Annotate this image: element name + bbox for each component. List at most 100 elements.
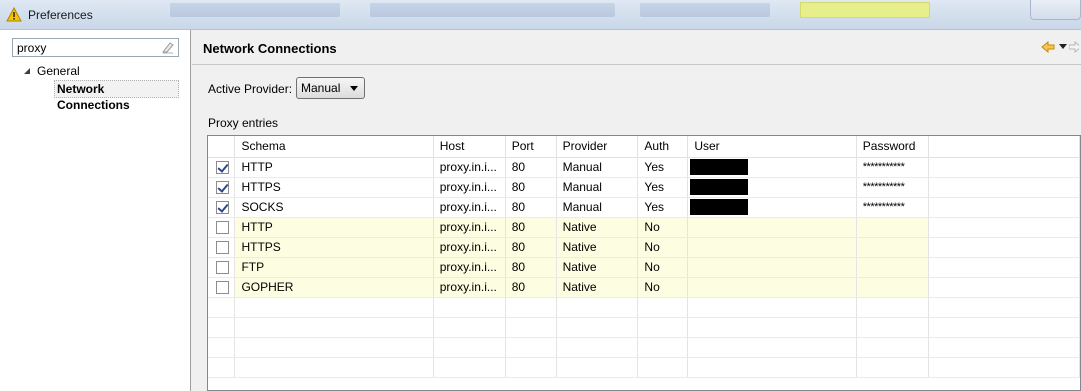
clear-filter-icon[interactable]	[161, 41, 175, 54]
enable-checkbox[interactable]	[216, 160, 229, 174]
row-checkbox-cell	[208, 217, 236, 238]
schema-cell: SOCKS	[234, 197, 434, 218]
filter-input[interactable]	[13, 39, 153, 56]
tree-item-network-connections[interactable]: Network Connections	[54, 80, 179, 112]
filler-cell	[928, 277, 1080, 298]
empty-cell	[208, 337, 236, 358]
port-cell: 80	[505, 277, 557, 298]
empty-cell	[433, 317, 506, 338]
host-cell: proxy.in.i...	[433, 277, 506, 298]
warning-triangle-icon	[6, 7, 22, 22]
empty-cell	[505, 297, 557, 318]
proxy-entries-label: Proxy entries	[208, 116, 279, 130]
table-row[interactable]: FTP proxy.in.i... 80 Native No	[208, 257, 1080, 278]
table-row[interactable]: HTTPS proxy.in.i... 80 Native No	[208, 237, 1080, 258]
expanded-twisty-icon[interactable]	[22, 66, 32, 76]
table-row[interactable]: HTTP proxy.in.i... 80 Native No	[208, 217, 1080, 238]
column-header-host[interactable]: Host	[433, 136, 506, 158]
port-cell: 80	[505, 237, 557, 258]
page-navigation	[1039, 39, 1081, 55]
provider-cell: Native	[556, 277, 639, 298]
table-row[interactable]: SOCKS proxy.in.i... 80 Manual Yes ***********	[208, 197, 1080, 218]
background-window-tab	[800, 2, 930, 18]
column-header-user[interactable]: User	[687, 136, 857, 158]
empty-cell	[208, 297, 236, 318]
filler-cell	[928, 257, 1080, 278]
host-cell: proxy.in.i...	[433, 257, 506, 278]
empty-cell	[637, 317, 689, 338]
empty-cell	[856, 337, 929, 358]
table-row[interactable]: GOPHER proxy.in.i... 80 Native No	[208, 277, 1080, 298]
table-header-row: Schema Host Port Provider Auth User Pass…	[208, 136, 1080, 158]
schema-cell: GOPHER	[234, 277, 434, 298]
enable-checkbox[interactable]	[216, 180, 229, 194]
table-row[interactable]: HTTP proxy.in.i... 80 Manual Yes ***********	[208, 157, 1080, 178]
enable-checkbox[interactable]	[216, 280, 229, 294]
auth-cell: Yes	[637, 197, 689, 218]
empty-cell	[208, 357, 236, 378]
column-header-auth[interactable]: Auth	[637, 136, 689, 158]
host-cell: proxy.in.i...	[433, 157, 506, 178]
background-window-tab	[640, 3, 770, 17]
provider-cell: Native	[556, 257, 639, 278]
background-window-tab	[370, 3, 615, 17]
empty-cell	[687, 337, 857, 358]
port-cell: 80	[505, 217, 557, 238]
column-header-schema[interactable]: Schema	[234, 136, 434, 158]
empty-cell	[556, 297, 639, 318]
empty-cell	[234, 337, 434, 358]
background-window-tab	[170, 3, 340, 17]
empty-table-row	[208, 337, 1080, 358]
host-cell: proxy.in.i...	[433, 217, 506, 238]
empty-cell	[637, 357, 689, 378]
enable-checkbox[interactable]	[216, 260, 229, 274]
column-header-password[interactable]: Password	[856, 136, 929, 158]
empty-table-row	[208, 297, 1080, 318]
user-cell	[687, 257, 857, 278]
enable-checkbox[interactable]	[216, 220, 229, 234]
empty-cell	[856, 297, 929, 318]
user-cell	[687, 237, 857, 258]
column-header-provider[interactable]: Provider	[556, 136, 639, 158]
redacted-user-block	[690, 179, 749, 195]
column-header-port[interactable]: Port	[505, 136, 557, 158]
schema-cell: HTTPS	[234, 177, 434, 198]
window-titlebar: Preferences	[0, 0, 1081, 30]
empty-cell	[234, 317, 434, 338]
proxy-entries-table[interactable]: Schema Host Port Provider Auth User Pass…	[207, 135, 1081, 391]
provider-cell: Manual	[556, 177, 639, 198]
empty-cell	[556, 317, 639, 338]
empty-cell	[505, 317, 557, 338]
auth-cell: No	[637, 237, 689, 258]
empty-cell	[208, 317, 236, 338]
active-provider-select[interactable]: Manual	[296, 77, 365, 99]
preferences-tree-pane: General Network Connections	[0, 30, 191, 391]
forward-button[interactable]	[1069, 39, 1081, 55]
empty-cell	[234, 357, 434, 378]
filter-box	[12, 38, 179, 57]
empty-cell	[433, 337, 506, 358]
empty-table-row	[208, 357, 1080, 378]
password-cell: ***********	[856, 177, 929, 198]
host-cell: proxy.in.i...	[433, 237, 506, 258]
user-cell	[687, 217, 857, 238]
history-dropdown-button[interactable]	[1057, 39, 1069, 55]
empty-cell	[928, 337, 1080, 358]
table-row[interactable]: HTTPS proxy.in.i... 80 Manual Yes ***********	[208, 177, 1080, 198]
password-cell	[856, 217, 929, 238]
port-cell: 80	[505, 177, 557, 198]
user-cell	[687, 177, 857, 198]
back-button[interactable]	[1039, 39, 1057, 55]
filler-cell	[928, 157, 1080, 178]
port-cell: 80	[505, 197, 557, 218]
password-cell	[856, 277, 929, 298]
empty-cell	[505, 337, 557, 358]
enable-checkbox[interactable]	[216, 240, 229, 254]
row-checkbox-cell	[208, 277, 236, 298]
enable-checkbox[interactable]	[216, 200, 229, 214]
window-close-button[interactable]	[1030, 0, 1081, 20]
tree-item-general[interactable]: General	[22, 63, 80, 79]
empty-cell	[433, 297, 506, 318]
empty-cell	[687, 317, 857, 338]
provider-cell: Native	[556, 237, 639, 258]
